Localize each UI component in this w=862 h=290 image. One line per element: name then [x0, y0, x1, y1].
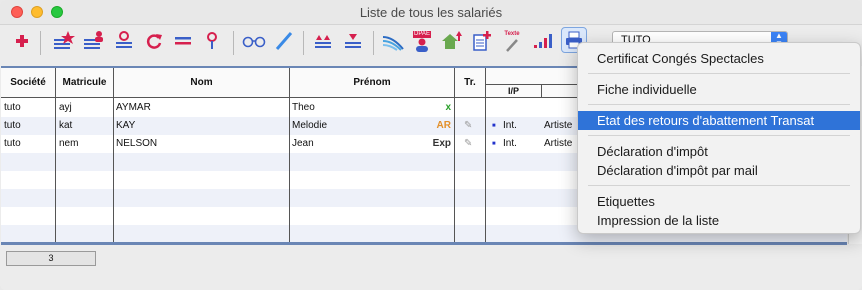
cell-nom: AYMAR [116, 102, 151, 113]
cell-status-tag: x [445, 102, 451, 113]
cell-nom: NELSON [116, 138, 158, 149]
toolbar-separator [233, 31, 234, 55]
column-header-prenom[interactable]: Prénom [290, 68, 455, 98]
menu-separator [588, 135, 850, 136]
column-header-societe[interactable]: Société [1, 68, 56, 98]
column-divider [454, 98, 455, 244]
pen-icon[interactable] [272, 29, 296, 53]
edit-icon: ✎ [464, 120, 473, 131]
menu-item[interactable]: Impression de la liste [578, 211, 860, 230]
equal-lines-icon[interactable] [171, 29, 195, 53]
refresh-icon[interactable] [142, 29, 166, 53]
home-up-icon[interactable] [440, 29, 464, 53]
menu-item[interactable]: Certificat Congés Spectacles [578, 49, 860, 68]
cell-societe: tuto [4, 120, 21, 131]
dpae-person-icon[interactable]: DPAE [410, 29, 434, 53]
edit-icon: ✎ [464, 138, 473, 149]
cell-matricule: nem [59, 138, 79, 149]
footer: 3 [0, 245, 862, 290]
window: Liste de tous les salariés DPAE Texte TU… [0, 0, 862, 290]
column-header-nom[interactable]: Nom [114, 68, 290, 98]
sort-up-icon[interactable] [311, 29, 335, 53]
column-divider [113, 98, 114, 244]
swoosh-icon[interactable] [381, 29, 405, 53]
cell-status-tag: AR [436, 120, 451, 131]
title-bar: Liste de tous les salariés [0, 0, 862, 25]
column-header-matricule[interactable]: Matricule [56, 68, 114, 98]
cell-ip: Int. [503, 138, 517, 149]
menu-item[interactable]: Etat des retours d'abattement Transat [578, 111, 860, 130]
cell-societe: tuto [4, 102, 21, 113]
bullet-icon: ■ [492, 141, 496, 147]
bars-icon[interactable] [531, 29, 555, 53]
cell-societe: tuto [4, 138, 21, 149]
record-count: 3 [6, 251, 96, 266]
cell-prenom: Jean [292, 138, 314, 149]
menu-separator [588, 185, 850, 186]
cell-nom: KAY [116, 120, 136, 131]
cell-ip: Int. [503, 120, 517, 131]
cell-prenom: Theo [292, 102, 315, 113]
menu-separator [588, 104, 850, 105]
cell-prenom: Melodie [292, 120, 328, 131]
bullet-icon: ■ [492, 123, 496, 129]
menu-separator [588, 73, 850, 74]
edit-icon [464, 99, 480, 117]
menu-item[interactable]: Etiquettes [578, 192, 860, 211]
menu-item[interactable]: Fiche individuelle [578, 80, 860, 99]
search-key-icon[interactable] [200, 29, 224, 53]
column-divider [55, 98, 56, 244]
toolbar-separator [40, 31, 41, 55]
menu-item[interactable]: Déclaration d'impôt [578, 142, 860, 161]
add-star-list-icon[interactable] [52, 29, 76, 53]
dpae-badge: DPAE [413, 30, 431, 38]
column-header-tr[interactable]: Tr. [455, 68, 486, 98]
column-header-ip[interactable]: I/P [486, 84, 542, 98]
add-icon[interactable] [10, 29, 34, 53]
menu-item[interactable]: Déclaration d'impôt par mail [578, 161, 860, 180]
column-divider [289, 98, 290, 244]
sort-down-icon[interactable] [341, 29, 365, 53]
cell-status-tag: Exp [432, 138, 451, 149]
texte-badge: Texte [504, 30, 520, 37]
add-person-list-icon[interactable] [82, 29, 106, 53]
tree-person-icon[interactable] [112, 29, 136, 53]
text-pen-icon[interactable]: Texte [500, 29, 524, 53]
doc-plus-icon[interactable] [470, 29, 494, 53]
toolbar-separator [303, 31, 304, 55]
cell-matricule: ayj [59, 102, 72, 113]
column-divider [485, 98, 486, 244]
window-title: Liste de tous les salariés [359, 5, 503, 20]
glasses-icon[interactable] [242, 29, 266, 53]
print-menu: Certificat Congés Spectacles Fiche indivi… [577, 42, 861, 234]
toolbar-separator [373, 31, 374, 55]
cell-matricule: kat [59, 120, 73, 131]
